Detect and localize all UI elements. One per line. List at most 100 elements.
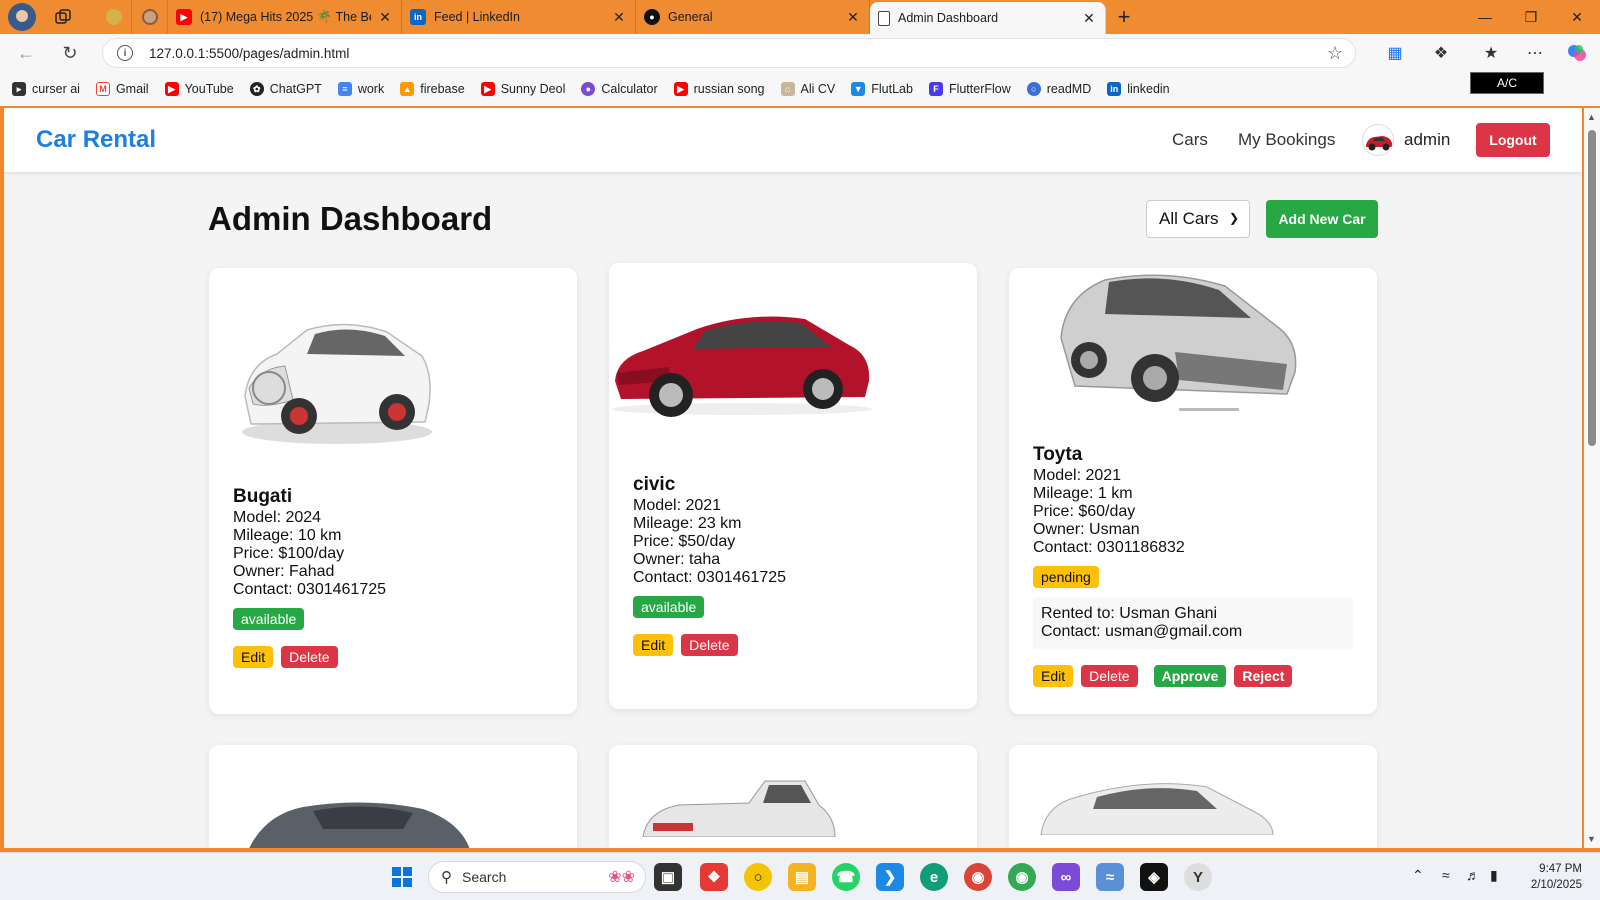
- car-image: [639, 777, 839, 838]
- rented-to: Rented to: Usman Ghani: [1041, 605, 1218, 622]
- bookmark-linkedin[interactable]: in linkedin: [1107, 82, 1170, 96]
- chat-app-icon[interactable]: ○: [744, 863, 772, 891]
- new-tab-button[interactable]: +: [1106, 0, 1142, 34]
- volume-icon[interactable]: ♬: [1466, 867, 1480, 883]
- bookmark-firebase[interactable]: ▲ firebase: [400, 82, 465, 96]
- bookmark-russian-song[interactable]: ▶ russian song: [673, 82, 765, 96]
- car-contact: Contact: 0301186832: [1033, 539, 1185, 556]
- add-new-car-button[interactable]: Add New Car: [1266, 200, 1378, 238]
- close-icon[interactable]: ✕: [377, 9, 393, 26]
- tab-admin-dashboard[interactable]: Admin Dashboard ✕: [870, 2, 1106, 34]
- delete-button[interactable]: Delete: [1081, 665, 1138, 687]
- reload-button[interactable]: ↻: [52, 37, 88, 69]
- profile-avatar-icon[interactable]: [8, 3, 36, 31]
- bookmark-label: YouTube: [184, 82, 234, 96]
- wifi-icon[interactable]: ≈: [1442, 867, 1450, 883]
- car-price: Price: $60/day: [1033, 503, 1136, 520]
- bookmark-readmd[interactable]: ○ readMD: [1026, 82, 1091, 96]
- card-actions: Edit Delete: [633, 634, 786, 656]
- close-icon[interactable]: ✕: [845, 9, 861, 26]
- car-filter-select[interactable]: All Cars ❯: [1146, 200, 1250, 238]
- taskbar-search[interactable]: ⚲ Search ❀❀: [428, 861, 646, 893]
- chrome-icon[interactable]: ◉: [964, 863, 992, 891]
- back-button[interactable]: ←: [8, 37, 44, 69]
- bookmark-label: ChatGPT: [269, 82, 322, 96]
- bookmark-chatgpt[interactable]: ✿ ChatGPT: [249, 82, 322, 96]
- tab-github[interactable]: ● General ✕: [636, 0, 870, 34]
- close-icon[interactable]: ✕: [1081, 10, 1097, 27]
- page-icon: [878, 10, 890, 26]
- whatsapp-icon[interactable]: ☎: [832, 863, 860, 891]
- nav-link-my-bookings[interactable]: My Bookings: [1238, 130, 1335, 150]
- bookmark-curser-ai[interactable]: ▸ curser ai: [12, 82, 80, 96]
- approve-button[interactable]: Approve: [1153, 665, 1227, 687]
- user-name[interactable]: admin: [1404, 130, 1450, 150]
- restore-button[interactable]: ❐: [1508, 0, 1554, 34]
- app-navbar: Car Rental Cars My Bookings admin Logout: [4, 108, 1582, 172]
- page-title: Admin Dashboard: [208, 200, 493, 237]
- visual-studio-icon[interactable]: ∞: [1052, 863, 1080, 891]
- bookmark-calculator[interactable]: ● Calculator: [581, 82, 658, 96]
- minimize-button[interactable]: —: [1462, 0, 1508, 34]
- translate-icon[interactable]: ▦: [1382, 40, 1408, 66]
- battery-icon[interactable]: ▮: [1490, 867, 1498, 884]
- delete-button[interactable]: Delete: [281, 646, 338, 668]
- delete-button[interactable]: Delete: [681, 634, 738, 656]
- bookmark-label: FlutLab: [871, 82, 913, 96]
- edge-icon[interactable]: e: [920, 863, 948, 891]
- bookmark-ali-cv[interactable]: ⌂ Ali CV: [780, 82, 835, 96]
- app-y-icon[interactable]: Y: [1184, 863, 1212, 891]
- scroll-up-icon[interactable]: ▲: [1587, 112, 1596, 122]
- workspaces-icon[interactable]: [52, 6, 74, 28]
- anydesk-icon[interactable]: ❖: [700, 863, 728, 891]
- scroll-down-icon[interactable]: ▼: [1587, 834, 1596, 844]
- car-card-row2-3: [1009, 745, 1377, 848]
- tab-title: Admin Dashboard: [898, 11, 999, 25]
- bookmark-sunny-deol[interactable]: ▶ Sunny Deol: [480, 82, 565, 96]
- url-field[interactable]: i 127.0.0.1:5500/pages/admin.html ☆: [102, 38, 1356, 68]
- extensions-icon[interactable]: ❖: [1428, 40, 1454, 66]
- bookmark-flutterflow[interactable]: F FlutterFlow: [928, 82, 1011, 96]
- brand-logo[interactable]: Car Rental: [36, 126, 156, 154]
- car-details: Toyta Model: 2021 Mileage: 1 km Price: $…: [1033, 444, 1353, 687]
- logout-button[interactable]: Logout: [1476, 123, 1550, 157]
- bookmark-label: linkedin: [1127, 82, 1170, 96]
- chevron-up-icon[interactable]: ⌃: [1412, 867, 1424, 884]
- avatar[interactable]: [1362, 124, 1394, 156]
- system-clock[interactable]: 9:47 PM 2/10/2025: [1510, 861, 1582, 893]
- nav-link-cars[interactable]: Cars: [1172, 130, 1208, 150]
- favorite-star-icon[interactable]: ☆: [1327, 43, 1343, 64]
- edit-button[interactable]: Edit: [1033, 665, 1074, 687]
- bookmark-flutlab[interactable]: ▼ FlutLab: [851, 82, 913, 96]
- pinned-tab-1[interactable]: [96, 0, 132, 34]
- resource-monitor-icon[interactable]: ≈: [1096, 863, 1124, 891]
- favorites-icon[interactable]: ★: [1478, 40, 1504, 66]
- close-window-button[interactable]: ✕: [1554, 0, 1600, 34]
- bookmark-work[interactable]: ≡ work: [337, 82, 384, 96]
- car-image-bugati: [237, 304, 437, 454]
- tab-linkedin[interactable]: in Feed | LinkedIn ✕: [402, 0, 636, 34]
- car-owner: Owner: taha: [633, 551, 721, 568]
- file-explorer-icon[interactable]: ▤: [788, 863, 816, 891]
- close-icon[interactable]: ✕: [611, 9, 627, 26]
- pinned-tab-2[interactable]: [132, 0, 168, 34]
- windows-start-icon[interactable]: [388, 863, 416, 891]
- page-scrollbar[interactable]: ▲ ▼: [1584, 108, 1600, 848]
- bookmark-youtube[interactable]: ▶ YouTube: [164, 82, 234, 96]
- car-image-civic: [609, 289, 875, 419]
- chrome-alt-icon[interactable]: ◉: [1008, 863, 1036, 891]
- site-info-icon[interactable]: i: [117, 45, 133, 61]
- task-view-icon[interactable]: ▣: [654, 863, 682, 891]
- car-name: civic: [633, 474, 676, 495]
- reject-button[interactable]: Reject: [1234, 665, 1293, 687]
- calculator-icon: ●: [581, 82, 596, 96]
- copilot-icon[interactable]: [1564, 40, 1590, 66]
- edit-button[interactable]: Edit: [633, 634, 674, 656]
- vscode-icon[interactable]: ❯: [876, 863, 904, 891]
- scroll-thumb[interactable]: [1588, 130, 1596, 446]
- cursor-app-icon[interactable]: ◈: [1140, 863, 1168, 891]
- edit-button[interactable]: Edit: [233, 646, 274, 668]
- more-menu-icon[interactable]: ⋯: [1522, 40, 1548, 66]
- bookmark-gmail[interactable]: M Gmail: [95, 82, 149, 96]
- tab-youtube[interactable]: ▶ (17) Mega Hits 2025 🌴 The Best ✕: [168, 0, 402, 34]
